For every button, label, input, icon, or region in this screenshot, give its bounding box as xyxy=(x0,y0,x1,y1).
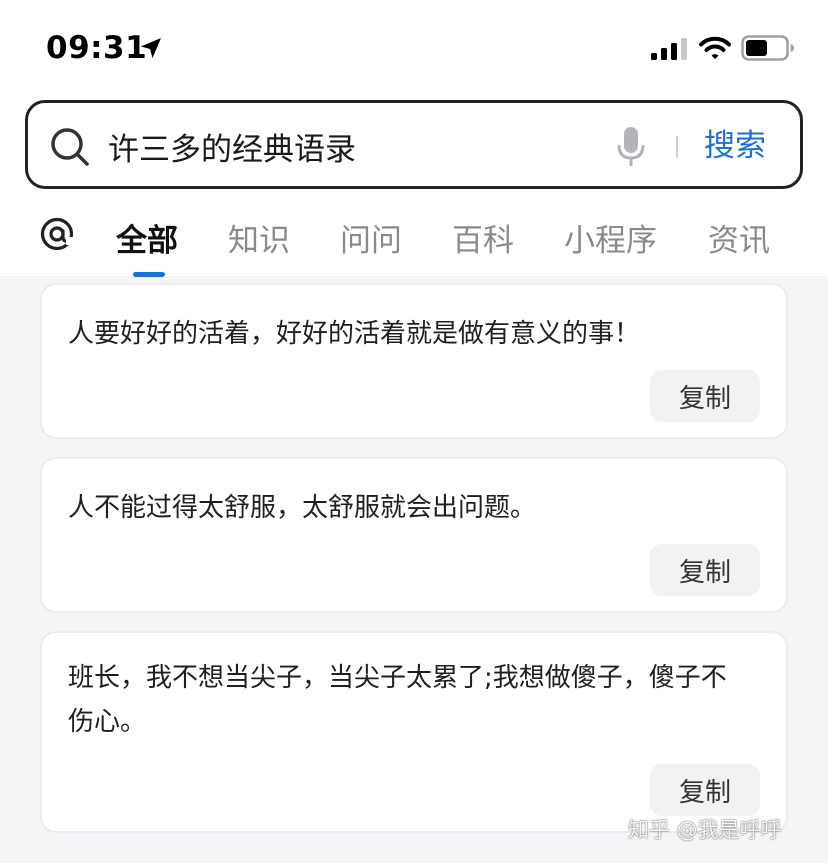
search-results-screen: 09:31 许三多的经典语录 搜索 全部 知识 问问 百科 小程序 资讯 人要好… xyxy=(0,0,828,863)
copy-button[interactable]: 复制 xyxy=(650,764,760,816)
wifi-icon xyxy=(699,36,731,59)
search-divider xyxy=(676,136,678,158)
battery-icon xyxy=(741,35,794,61)
watermark: 知乎 @我是呼呼 xyxy=(628,818,782,842)
tab-mini-programs[interactable]: 小程序 xyxy=(564,215,657,260)
quote-text: 人不能过得太舒服，太舒服就会出问题。 xyxy=(68,493,537,523)
search-icon[interactable] xyxy=(50,127,90,167)
tab-news[interactable]: 资讯 xyxy=(708,215,770,260)
quote-text: 班长，我不想当尖子，当尖子太累了;我想做傻子，傻子不伤心。 xyxy=(68,663,727,737)
microphone-icon[interactable] xyxy=(616,125,646,169)
quote-card: 班长，我不想当尖子，当尖子太累了;我想做傻子，傻子不伤心。 复制 xyxy=(40,631,788,833)
active-tab-indicator xyxy=(133,272,165,277)
results-list: 人要好好的活着，好好的活着就是做有意义的事！ 复制 人不能过得太舒服，太舒服就会… xyxy=(0,279,828,863)
quote-card: 人要好好的活着，好好的活着就是做有意义的事！ 复制 xyxy=(40,283,788,439)
tab-bar: 全部 知识 问问 百科 小程序 资讯 xyxy=(0,196,828,278)
location-arrow-icon xyxy=(141,38,161,58)
at-sign-icon[interactable] xyxy=(39,216,75,252)
quote-text: 人要好好的活着，好好的活着就是做有意义的事！ xyxy=(68,319,641,349)
status-time: 09:31 xyxy=(46,30,148,66)
search-box: 搜索 xyxy=(25,100,803,189)
copy-button[interactable]: 复制 xyxy=(650,544,760,596)
signal-icon xyxy=(651,38,687,60)
tab-knowledge[interactable]: 知识 xyxy=(228,215,290,260)
copy-button[interactable]: 复制 xyxy=(650,370,760,422)
quote-card: 人不能过得太舒服，太舒服就会出问题。 复制 xyxy=(40,457,788,613)
search-input[interactable] xyxy=(108,123,588,169)
tab-ask[interactable]: 问问 xyxy=(340,215,402,260)
tab-all[interactable]: 全部 xyxy=(116,215,178,260)
search-button[interactable]: 搜索 xyxy=(704,123,784,169)
tab-encyclopedia[interactable]: 百科 xyxy=(452,215,514,260)
status-bar: 09:31 xyxy=(0,0,828,96)
